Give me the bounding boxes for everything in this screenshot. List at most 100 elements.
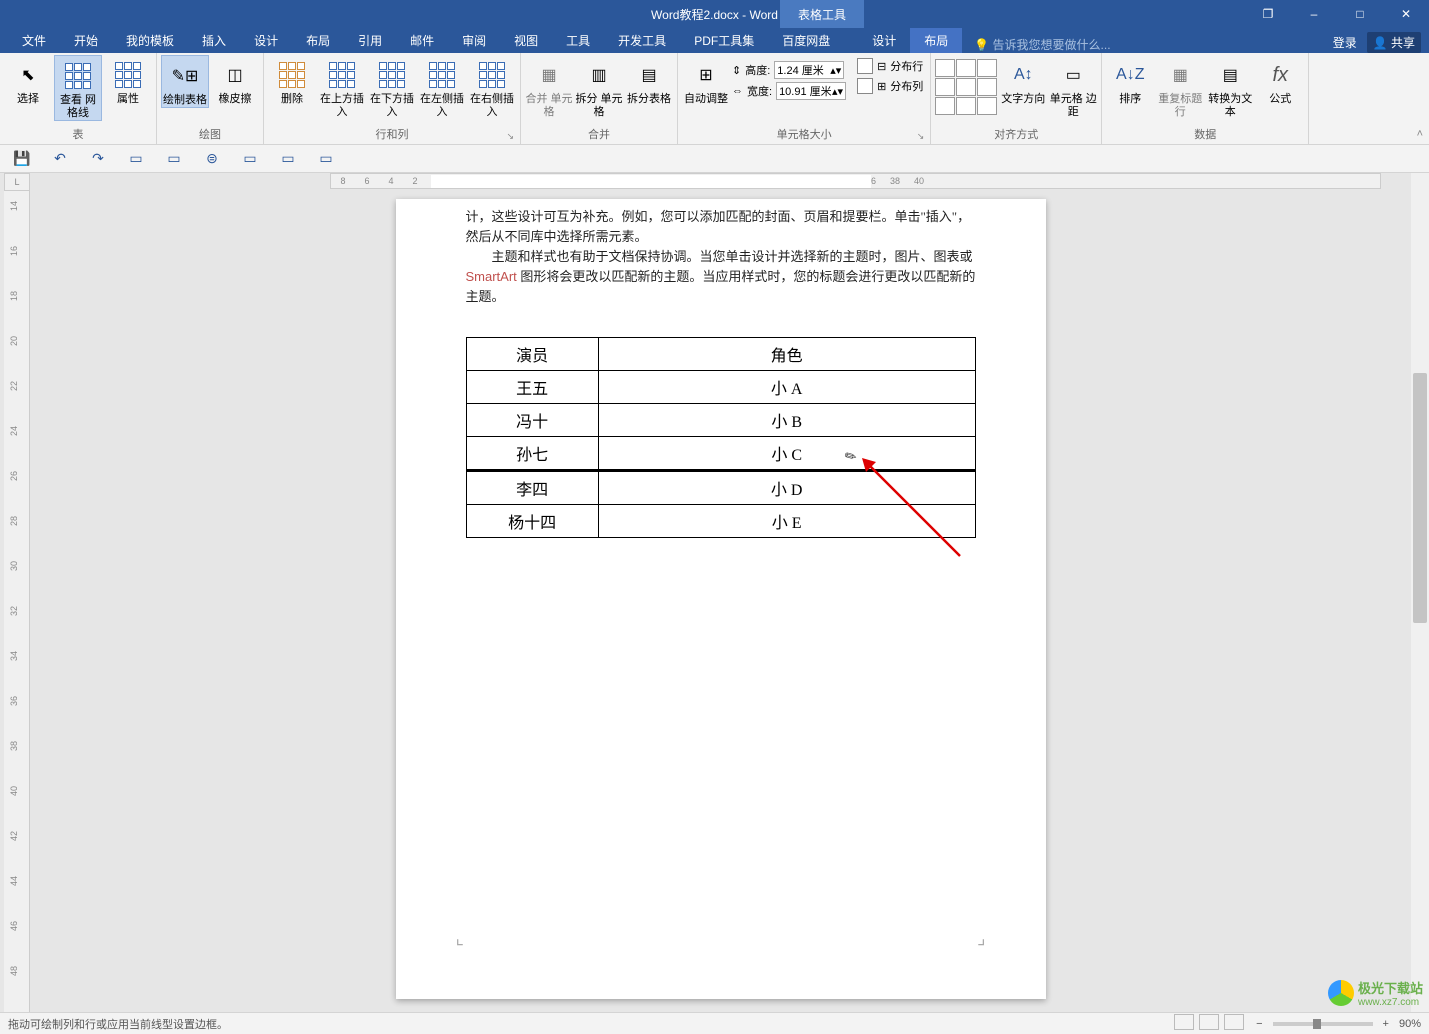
table-row: 王五小 A [466,371,975,404]
view-read-mode[interactable] [1174,1014,1194,1030]
tab-tools[interactable]: 工具 [552,28,604,53]
tab-review[interactable]: 审阅 [448,28,500,53]
qat-btn-9[interactable]: ▭ [316,149,336,169]
vertical-ruler[interactable]: 141618202224262830323436384042444648 [4,191,30,1012]
zoom-out-button[interactable]: − [1256,1018,1262,1030]
tab-view[interactable]: 视图 [500,28,552,53]
horizontal-ruler[interactable]: 86422468101214161820222426283032363840 [330,173,1381,189]
crop-mark-icon: ⌞ [456,928,464,949]
tab-design[interactable]: 设计 [240,28,292,53]
status-message: 拖动可绘制列和行或应用当前线型设置边框。 [8,1016,228,1032]
watermark: 极光下载站 www.xz7.com [1328,978,1423,1008]
minimize-button[interactable]: – [1291,0,1337,28]
tab-table-design[interactable]: 设计 [858,28,910,53]
page-1: 计，这些设计可互为补充。例如，您可以添加匹配的封面、页眉和提要栏。单击"插入"，… [396,199,1046,999]
align-mc[interactable] [956,78,976,96]
split-cells-button[interactable]: ▥拆分 单元格 [575,55,623,119]
tab-insert[interactable]: 插入 [188,28,240,53]
qat-btn-7[interactable]: ▭ [240,149,260,169]
row-height-input[interactable]: 1.24 厘米▴▾ [774,61,844,79]
zoom-in-button[interactable]: + [1383,1018,1389,1030]
delete-button[interactable]: 删除 [268,55,316,106]
distribute-cols-button[interactable]: ⊞ 分布列 [854,77,926,95]
insert-left-button[interactable]: 在左侧插入 [418,55,466,119]
align-mr[interactable] [977,78,997,96]
annotation-arrow-icon [860,456,980,576]
align-ml[interactable] [935,78,955,96]
tab-developer[interactable]: 开发工具 [604,28,680,53]
cell-margins-button[interactable]: ▭单元格 边距 [1049,55,1097,119]
insert-above-button[interactable]: 在上方插入 [318,55,366,119]
statusbar: 拖动可绘制列和行或应用当前线型设置边框。 − + 90% [0,1012,1429,1034]
qat-btn-5[interactable]: ▭ [164,149,184,169]
tab-templates[interactable]: 我的模板 [112,28,188,53]
ribbon: ⬉选择 查看 网格线 属性 表 ✎⊞绘制表格 ◫橡皮擦 绘图 删除 在上方插入 … [0,53,1429,145]
eraser-button[interactable]: ◫橡皮擦 [211,55,259,106]
draw-table-button[interactable]: ✎⊞绘制表格 [161,55,209,108]
qat-btn-4[interactable]: ▭ [126,149,146,169]
rows-cols-launcher-icon[interactable]: ↘ [506,131,514,142]
col-width-input[interactable]: 10.91 厘米▴▾ [776,82,846,100]
view-gridlines-button[interactable]: 查看 网格线 [54,55,102,121]
distribute-rows-button[interactable]: ⊟ 分布行 [854,57,926,75]
align-br[interactable] [977,97,997,115]
tab-start[interactable]: 开始 [60,28,112,53]
qat-btn-6[interactable]: ⊜ [202,149,222,169]
scrollbar-thumb[interactable] [1413,373,1427,623]
text-direction-button[interactable]: A↕文字方向 [999,55,1047,106]
tab-references[interactable]: 引用 [344,28,396,53]
height-icon: ⇕ [732,64,741,77]
cell-size-launcher-icon[interactable]: ↘ [917,131,925,142]
share-button[interactable]: 👤 共享 [1367,32,1421,53]
redo-button[interactable]: ↷ [88,149,108,169]
group-data: A↓Z排序 ▦重复标题行 ▤转换为文本 fx公式 数据 [1102,53,1308,144]
document-area[interactable]: 计，这些设计可互为补充。例如，您可以添加匹配的封面、页眉和提要栏。单击"插入"，… [30,191,1411,1012]
qat-btn-8[interactable]: ▭ [278,149,298,169]
align-tr[interactable] [977,59,997,77]
properties-button[interactable]: 属性 [104,55,152,106]
width-icon: ⇔ [732,85,743,97]
align-bc[interactable] [956,97,976,115]
insert-below-button[interactable]: 在下方插入 [368,55,416,119]
paragraph-2: 主题和样式也有助于文档保持协调。当您单击设计并选择新的主题时，图片、图表或 Sm… [466,247,976,307]
insert-right-button[interactable]: 在右侧插入 [468,55,516,119]
tab-file[interactable]: 文件 [8,28,60,53]
formula-button[interactable]: fx公式 [1256,55,1304,106]
align-tc[interactable] [956,59,976,77]
collapse-ribbon-icon[interactable]: ˄ [1417,128,1423,140]
ruler-corner[interactable]: L [4,173,30,191]
group-merge: ▦合并 单元格 ▥拆分 单元格 ▤拆分表格 合并 [521,53,678,144]
login-link[interactable]: 登录 [1333,34,1357,51]
repeat-header-button: ▦重复标题行 [1156,55,1204,119]
table-row: 冯十小 B [466,404,975,437]
select-button[interactable]: ⬉选择 [4,55,52,106]
zoom-slider[interactable] [1273,1022,1373,1026]
contextual-tab-title: 表格工具 [780,0,864,28]
vertical-scrollbar[interactable] [1411,173,1429,1012]
tab-layout[interactable]: 布局 [292,28,344,53]
tab-table-layout[interactable]: 布局 [910,28,962,53]
tab-mailings[interactable]: 邮件 [396,28,448,53]
view-web-layout[interactable] [1224,1014,1244,1030]
undo-button[interactable]: ↶ [50,149,70,169]
zoom-level[interactable]: 90% [1399,1018,1421,1030]
paragraph-1: 计，这些设计可互为补充。例如，您可以添加匹配的封面、页眉和提要栏。单击"插入"，… [466,207,976,247]
split-table-button[interactable]: ▤拆分表格 [625,55,673,106]
view-print-layout[interactable] [1199,1014,1219,1030]
group-rows-cols: 删除 在上方插入 在下方插入 在左侧插入 在右侧插入 行和列↘ [264,53,521,144]
tell-me-input[interactable]: 💡 告诉我您想要做什么... [974,36,1110,53]
save-button[interactable]: 💾 [12,149,32,169]
align-bl[interactable] [935,97,955,115]
convert-to-text-button[interactable]: ▤转换为文本 [1206,55,1254,119]
crop-mark-icon: ⌟ [977,928,985,949]
merge-cells-button: ▦合并 单元格 [525,55,573,119]
tab-baidu[interactable]: 百度网盘 [768,28,844,53]
ribbon-options-icon[interactable]: ❐ [1245,0,1291,28]
tab-pdf[interactable]: PDF工具集 [680,28,768,53]
align-tl[interactable] [935,59,955,77]
sort-button[interactable]: A↓Z排序 [1106,55,1154,106]
close-button[interactable]: ✕ [1383,0,1429,28]
autofit-button[interactable]: ⊞自动调整 [682,55,730,106]
maximize-button[interactable]: □ [1337,0,1383,28]
group-table: ⬉选择 查看 网格线 属性 表 [0,53,157,144]
